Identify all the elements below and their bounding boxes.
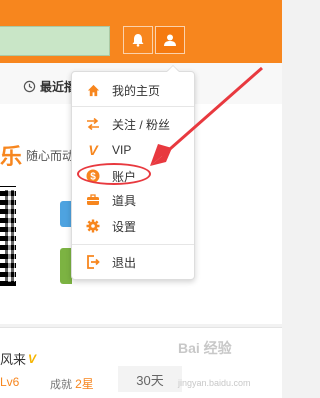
- annotation-arrow: [150, 66, 263, 166]
